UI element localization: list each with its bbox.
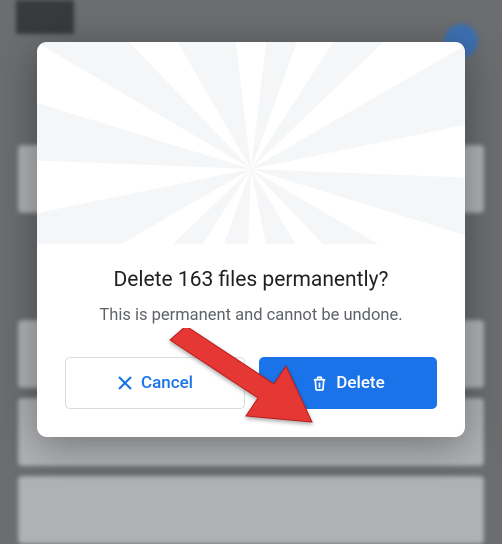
- dialog-message: This is permanent and cannot be undone.: [65, 306, 437, 325]
- dialog-body: Delete 163 files permanently? This is pe…: [37, 244, 465, 437]
- dialog-actions: Cancel Delete: [65, 357, 437, 409]
- cancel-button[interactable]: Cancel: [65, 357, 245, 409]
- dialog-title: Delete 163 files permanently?: [65, 268, 437, 292]
- trash-icon: [311, 375, 328, 392]
- cancel-button-label: Cancel: [141, 373, 193, 393]
- dialog-illustration: [37, 42, 465, 244]
- close-icon: [117, 375, 133, 391]
- confirm-delete-dialog: Delete 163 files permanently? This is pe…: [37, 42, 465, 437]
- delete-button[interactable]: Delete: [259, 357, 437, 409]
- delete-button-label: Delete: [336, 373, 384, 393]
- sunburst-graphic: [37, 42, 465, 244]
